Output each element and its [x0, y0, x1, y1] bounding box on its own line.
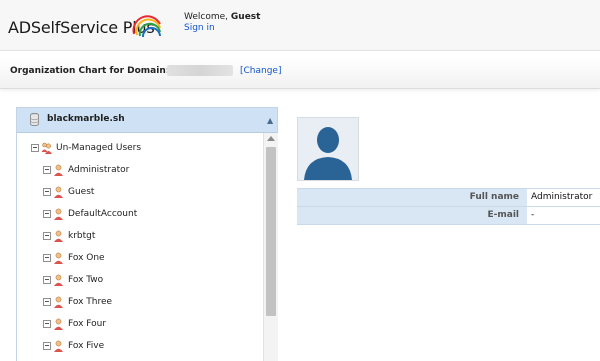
- tree-collapse-toggle[interactable]: [43, 188, 51, 196]
- tree-collapse-toggle[interactable]: [43, 166, 51, 174]
- tree-collapse-toggle[interactable]: [43, 320, 51, 328]
- tree-user-label: Guest: [68, 187, 95, 197]
- tree-user-item[interactable]: Fox Two: [43, 272, 103, 288]
- tree-user-label: DefaultAccount: [68, 209, 138, 219]
- user-icon: [54, 230, 63, 242]
- tree-user-label: krbtgt: [68, 231, 96, 241]
- tree-user-label: Fox Two: [68, 275, 104, 285]
- user-icon: [54, 318, 63, 330]
- tree-user-label: Administrator: [68, 165, 130, 175]
- sign-in-link[interactable]: Sign in: [184, 23, 215, 33]
- tree-scrollbar[interactable]: [263, 133, 278, 361]
- tree-user-label: Fox Three: [68, 297, 113, 307]
- tree-user-item[interactable]: Guest: [43, 184, 94, 200]
- user-icon: [54, 164, 63, 176]
- tree-user-item[interactable]: Fox Three: [43, 294, 112, 310]
- user-icon: [54, 274, 63, 286]
- user-icon: [54, 252, 63, 264]
- detail-row-full-name: Full name Administrator: [297, 189, 600, 207]
- tree-user-label: Fox Four: [68, 319, 107, 329]
- detail-row-email: E-mail -: [297, 207, 600, 225]
- user-icon: [54, 186, 63, 198]
- database-icon: [30, 113, 39, 126]
- welcome-user-name: Guest: [230, 12, 261, 22]
- org-tree-panel: blackmarble.sh ▲ Un-Managed Users Admini…: [16, 107, 278, 361]
- detail-label: Full name: [297, 189, 527, 206]
- tree-user-item[interactable]: Fox One: [43, 250, 105, 266]
- tree-user-label: Fox One: [68, 253, 105, 263]
- tree-user-item[interactable]: Fox Four: [43, 316, 106, 332]
- tree-group-unmanaged-users[interactable]: Un-Managed Users: [31, 140, 141, 156]
- user-icon: [54, 296, 63, 308]
- tree-user-label: Fox Five: [68, 341, 105, 351]
- domain-label: Organization Chart for Domain:: [10, 66, 170, 76]
- logo-arc-icon: [132, 15, 161, 38]
- user-group-icon: [41, 142, 52, 154]
- tree-collapse-toggle[interactable]: [43, 276, 51, 284]
- tree-collapse-toggle[interactable]: [43, 254, 51, 262]
- tree-root-header[interactable]: blackmarble.sh ▲: [17, 108, 277, 133]
- detail-label: E-mail: [297, 207, 527, 224]
- tree-root-label: blackmarble.sh: [47, 114, 125, 124]
- detail-value: -: [531, 210, 535, 220]
- app-header: ADSelfService Plus Welcome, Guest Sign i…: [0, 0, 600, 51]
- tree-user-item[interactable]: Administrator: [43, 162, 129, 178]
- tree-collapse-toggle[interactable]: [43, 298, 51, 306]
- tree-user-item[interactable]: DefaultAccount: [43, 206, 137, 222]
- tree-collapse-toggle[interactable]: [43, 232, 51, 240]
- tree-collapse-toggle[interactable]: [43, 342, 51, 350]
- redacted-domain-name: [167, 65, 233, 76]
- tree-collapse-toggle[interactable]: [31, 144, 39, 152]
- welcome-prefix: Welcome,: [184, 12, 229, 22]
- tree-group-label: Un-Managed Users: [56, 143, 142, 153]
- user-avatar: [297, 117, 359, 181]
- scroll-thumb[interactable]: [266, 147, 276, 316]
- user-icon: [54, 340, 63, 352]
- user-details-table: Full name Administrator E-mail -: [297, 188, 600, 225]
- avatar-placeholder-icon: [304, 127, 352, 180]
- welcome-text: Welcome, Guest: [184, 12, 260, 22]
- user-icon: [54, 208, 63, 220]
- detail-value: Administrator: [531, 192, 593, 202]
- tree-collapse-toggle[interactable]: [43, 210, 51, 218]
- domain-bar: Organization Chart for Domain: [Change]: [0, 58, 600, 89]
- collapse-icon[interactable]: ▲: [267, 116, 273, 125]
- scroll-up-arrow-icon[interactable]: [267, 136, 275, 141]
- tree-user-item[interactable]: Fox Five: [43, 338, 104, 354]
- change-domain-link[interactable]: [Change]: [240, 66, 281, 76]
- tree-user-item[interactable]: krbtgt: [43, 228, 95, 244]
